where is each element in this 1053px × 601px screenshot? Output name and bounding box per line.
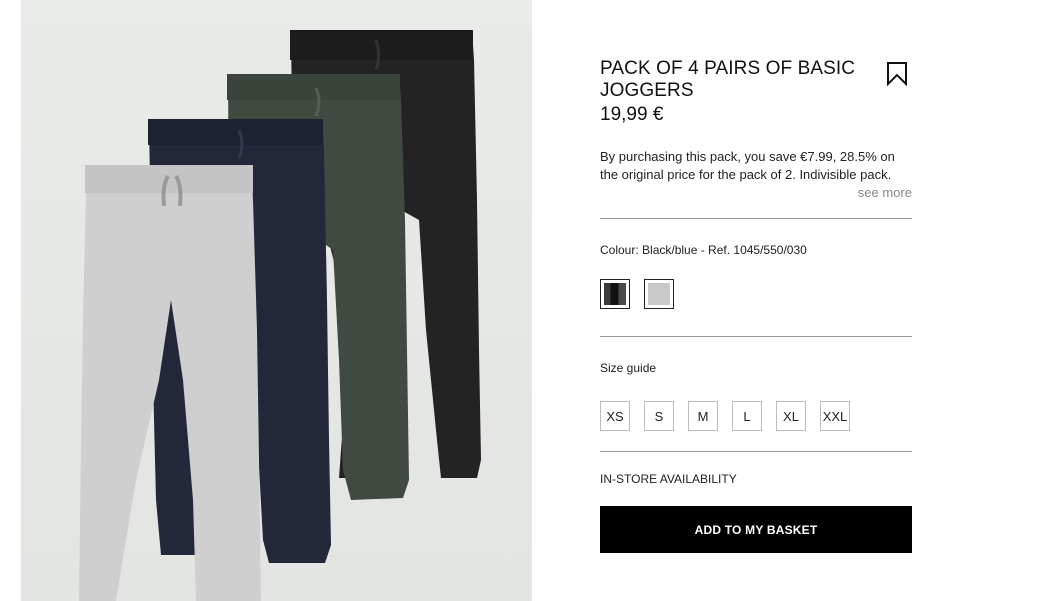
swatch-grey-fill [648, 283, 670, 305]
size-l-button[interactable]: L [732, 401, 762, 431]
size-xs-button[interactable]: XS [600, 401, 630, 431]
joggers-illustration [79, 30, 481, 601]
size-guide-link[interactable]: Size guide [600, 361, 912, 375]
divider [600, 451, 912, 452]
size-m-button[interactable]: M [688, 401, 718, 431]
product-info-panel: PACK OF 4 PAIRS OF BASIC JOGGERS 19,99 €… [600, 58, 912, 553]
product-price: 19,99 € [600, 104, 664, 125]
add-to-basket-button[interactable]: ADD TO MY BASKET [600, 506, 912, 553]
colour-label: Colour: Black/blue - Ref. 1045/550/030 [600, 243, 807, 257]
divider [600, 218, 912, 219]
see-more-link[interactable]: see more [600, 185, 912, 200]
size-selector: XS S M L XL XXL [600, 401, 912, 431]
size-s-button[interactable]: S [644, 401, 674, 431]
bookmark-icon[interactable] [886, 62, 908, 87]
size-xl-button[interactable]: XL [776, 401, 806, 431]
swatch-black-blue[interactable] [600, 279, 630, 309]
product-description: By purchasing this pack, you save €7.99,… [600, 149, 895, 182]
colour-swatches [600, 279, 912, 309]
in-store-availability-link[interactable]: IN-STORE AVAILABILITY [600, 472, 912, 486]
size-xxl-button[interactable]: XXL [820, 401, 850, 431]
product-title: PACK OF 4 PAIRS OF BASIC JOGGERS [600, 58, 856, 101]
swatch-black-blue-fill [604, 283, 626, 305]
swatch-grey[interactable] [644, 279, 674, 309]
divider [600, 336, 912, 337]
product-image[interactable] [21, 0, 532, 601]
